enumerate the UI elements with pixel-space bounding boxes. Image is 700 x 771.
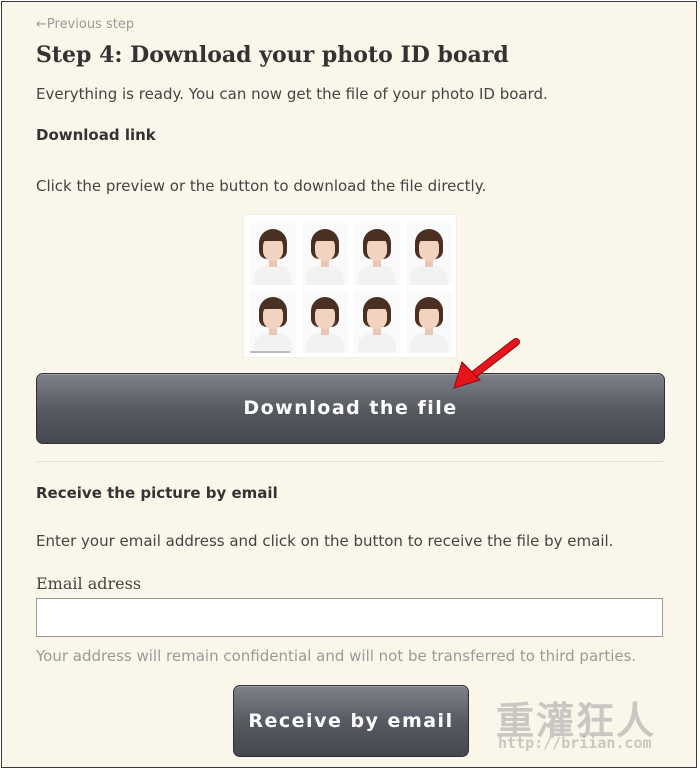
id-photo: [406, 223, 452, 285]
id-photo: [250, 223, 296, 285]
photo-grid: [250, 223, 452, 353]
red-arrow-icon: [453, 338, 520, 389]
watermark-url: http://briian.com: [498, 734, 652, 752]
previous-step-link[interactable]: ←Previous step: [36, 17, 134, 32]
download-link-heading: Download link: [36, 126, 156, 144]
email-section-heading: Receive the picture by email: [36, 484, 278, 502]
id-photo: [354, 223, 400, 285]
section-divider: [36, 461, 663, 462]
preview-caption-mark: [250, 351, 290, 353]
download-file-button[interactable]: Download the file: [36, 373, 665, 444]
intro-text: Everything is ready. You can now get the…: [36, 85, 548, 103]
receive-by-email-button[interactable]: Receive by email: [233, 685, 469, 757]
id-photo: [302, 291, 348, 353]
id-photo: [406, 291, 452, 353]
email-field[interactable]: [36, 598, 663, 637]
email-instructions: Enter your email address and click on th…: [36, 532, 614, 550]
page-title: Step 4: Download your photo ID board: [36, 42, 509, 68]
id-photo: [302, 223, 348, 285]
id-photo: [354, 291, 400, 353]
photo-board-preview[interactable]: [243, 214, 457, 358]
email-field-label: Email adress: [36, 574, 142, 593]
page-frame: ←Previous step Step 4: Download your pho…: [1, 1, 697, 768]
id-photo: [250, 291, 296, 353]
site-watermark: 重灌狂人 http://briian.com: [496, 690, 696, 765]
privacy-note: Your address will remain confidential an…: [36, 647, 637, 665]
download-instructions: Click the preview or the button to downl…: [36, 177, 487, 195]
